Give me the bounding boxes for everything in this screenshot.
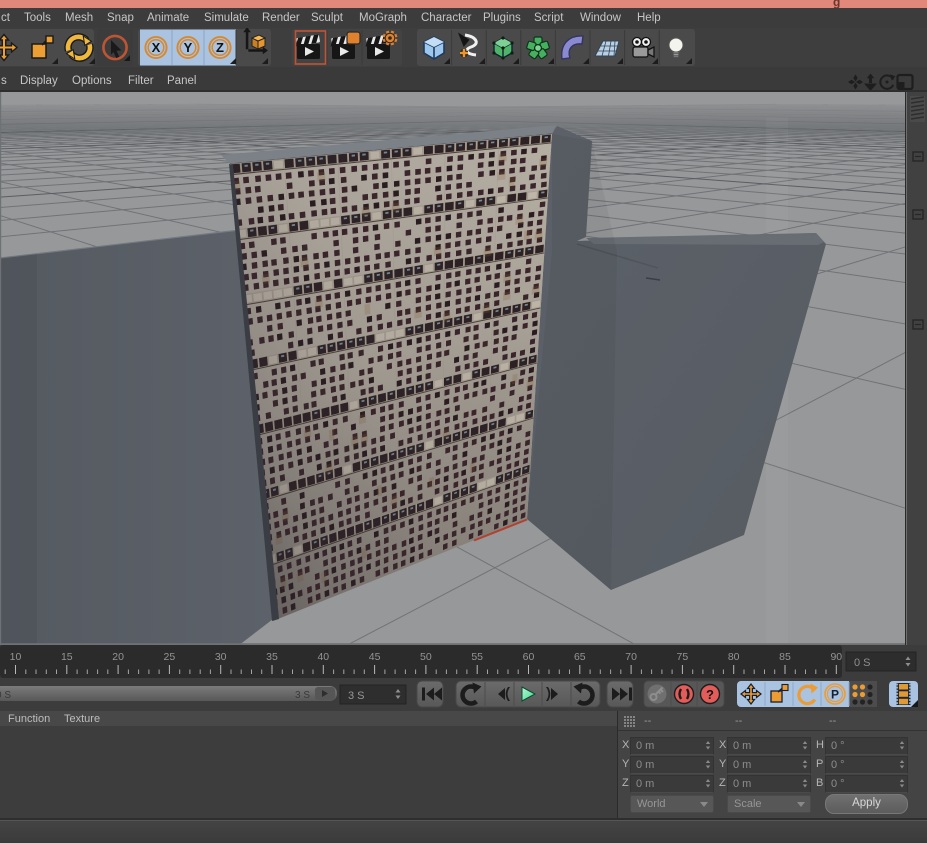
svg-text:70: 70 [625, 651, 637, 663]
svg-text:45: 45 [369, 651, 381, 663]
svg-text:30: 30 [215, 651, 227, 663]
svg-text:P: P [831, 688, 839, 702]
svg-text:Z: Z [216, 40, 224, 55]
svg-text:55: 55 [471, 651, 483, 663]
svg-text:?: ? [706, 687, 714, 702]
svg-text:60: 60 [523, 651, 535, 663]
svg-text:35: 35 [266, 651, 278, 663]
svg-text:20: 20 [112, 651, 124, 663]
svg-text:25: 25 [164, 651, 176, 663]
svg-text:15: 15 [61, 651, 73, 663]
svg-text:0 S: 0 S [854, 657, 871, 669]
svg-text:Y: Y [184, 40, 193, 55]
svg-text:3 S: 3 S [348, 690, 365, 702]
svg-text:3 S: 3 S [295, 690, 310, 701]
svg-text:10: 10 [10, 651, 22, 663]
svg-text:85: 85 [779, 651, 791, 663]
svg-text:50: 50 [420, 651, 432, 663]
svg-text:65: 65 [574, 651, 586, 663]
svg-text:75: 75 [677, 651, 689, 663]
svg-text:X: X [152, 40, 161, 55]
svg-text:0 S: 0 S [0, 690, 11, 701]
svg-text:80: 80 [728, 651, 740, 663]
svg-text:40: 40 [317, 651, 329, 663]
svg-text:90: 90 [830, 651, 842, 663]
